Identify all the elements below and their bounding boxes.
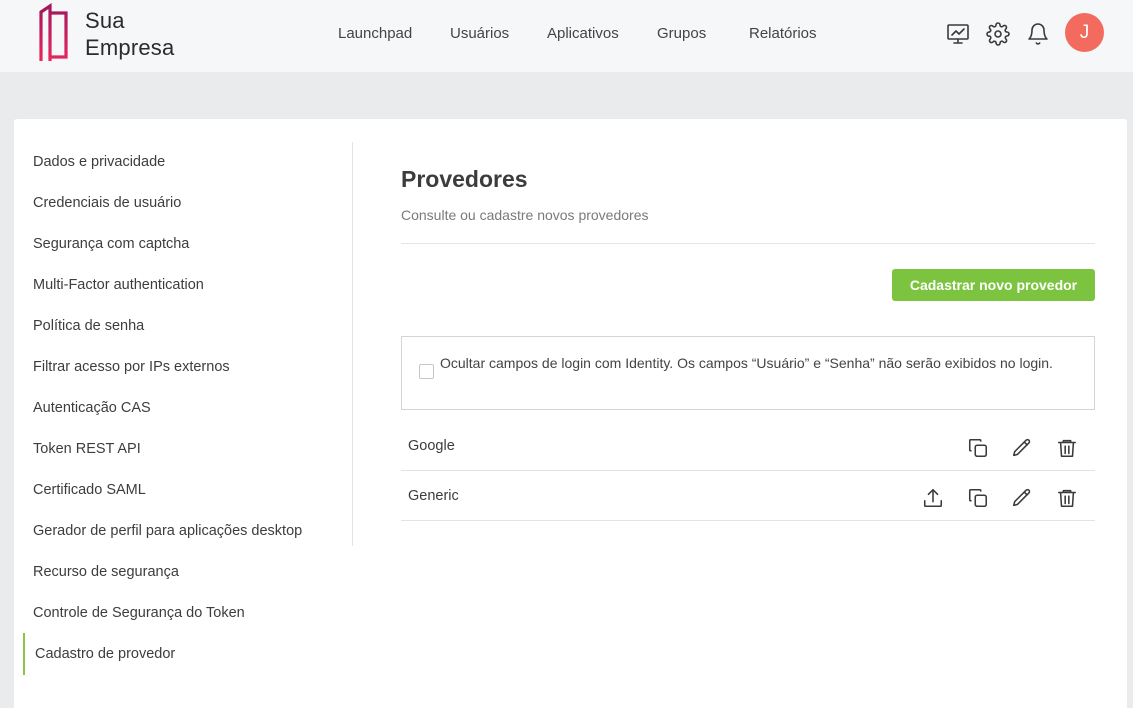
sidebar-item-controle-token[interactable]: Controle de Segurança do Token	[33, 605, 245, 621]
edit-icon[interactable]	[1011, 437, 1033, 459]
hide-login-option: Ocultar campos de login com Identity. Os…	[401, 336, 1095, 410]
sidebar-item-mfa[interactable]: Multi-Factor authentication	[33, 277, 204, 293]
copy-icon[interactable]	[967, 437, 989, 459]
gear-icon[interactable]	[986, 22, 1010, 46]
page-subtitle: Consulte ou cadastre novos provedores	[401, 207, 649, 223]
nav-launchpad[interactable]: Launchpad	[338, 25, 412, 42]
sidebar-item-recurso-seguranca[interactable]: Recurso de segurança	[33, 564, 179, 580]
sidebar-item-politica-senha[interactable]: Política de senha	[33, 318, 144, 334]
provider-name: Google	[408, 438, 455, 454]
sidebar-item-dados-privacidade[interactable]: Dados e privacidade	[33, 154, 165, 170]
hide-login-label: Ocultar campos de login com Identity. Os…	[440, 355, 1053, 371]
sidebar-divider	[352, 142, 353, 546]
nav-grupos[interactable]: Grupos	[657, 25, 706, 42]
nav-usuarios[interactable]: Usuários	[450, 25, 509, 42]
sidebar-item-filtrar-ips[interactable]: Filtrar acesso por IPs externos	[33, 359, 230, 375]
provider-row-google: Google	[401, 421, 1095, 471]
upload-icon[interactable]	[922, 487, 944, 509]
settings-sidebar: Dados e privacidade Credenciais de usuár…	[14, 119, 354, 708]
main-content: Provedores Consulte ou cadastre novos pr…	[401, 119, 1095, 708]
user-avatar[interactable]: J	[1065, 13, 1104, 52]
page-title: Provedores	[401, 166, 528, 192]
copy-icon[interactable]	[967, 487, 989, 509]
nav-relatorios[interactable]: Relatórios	[749, 25, 817, 42]
sidebar-item-credenciais[interactable]: Credenciais de usuário	[33, 195, 181, 211]
trash-icon[interactable]	[1056, 437, 1078, 459]
sidebar-item-saml[interactable]: Certificado SAML	[33, 482, 146, 498]
sidebar-item-captcha[interactable]: Segurança com captcha	[33, 236, 189, 252]
sidebar-item-token-rest[interactable]: Token REST API	[33, 441, 141, 457]
top-bar: Sua Empresa Launchpad Usuários Aplicativ…	[0, 0, 1133, 72]
sidebar-item-cadastro-provedor[interactable]: Cadastro de provedor	[35, 646, 175, 662]
hide-login-checkbox[interactable]	[419, 364, 434, 379]
sidebar-item-cas[interactable]: Autenticação CAS	[33, 400, 151, 416]
settings-card: Dados e privacidade Credenciais de usuár…	[14, 119, 1127, 708]
trash-icon[interactable]	[1056, 487, 1078, 509]
title-divider	[401, 243, 1095, 244]
provider-row-generic: Generic	[401, 471, 1095, 521]
edit-icon[interactable]	[1011, 487, 1033, 509]
sidebar-active-indicator	[23, 633, 25, 675]
add-provider-button[interactable]: Cadastrar novo provedor	[892, 269, 1095, 301]
sidebar-item-perfil-desktop[interactable]: Gerador de perfil para aplicações deskto…	[33, 523, 302, 539]
bell-icon[interactable]	[1026, 22, 1050, 46]
provider-name: Generic	[408, 488, 459, 504]
monitor-chart-icon[interactable]	[946, 22, 970, 46]
nav-aplicativos[interactable]: Aplicativos	[547, 25, 619, 42]
